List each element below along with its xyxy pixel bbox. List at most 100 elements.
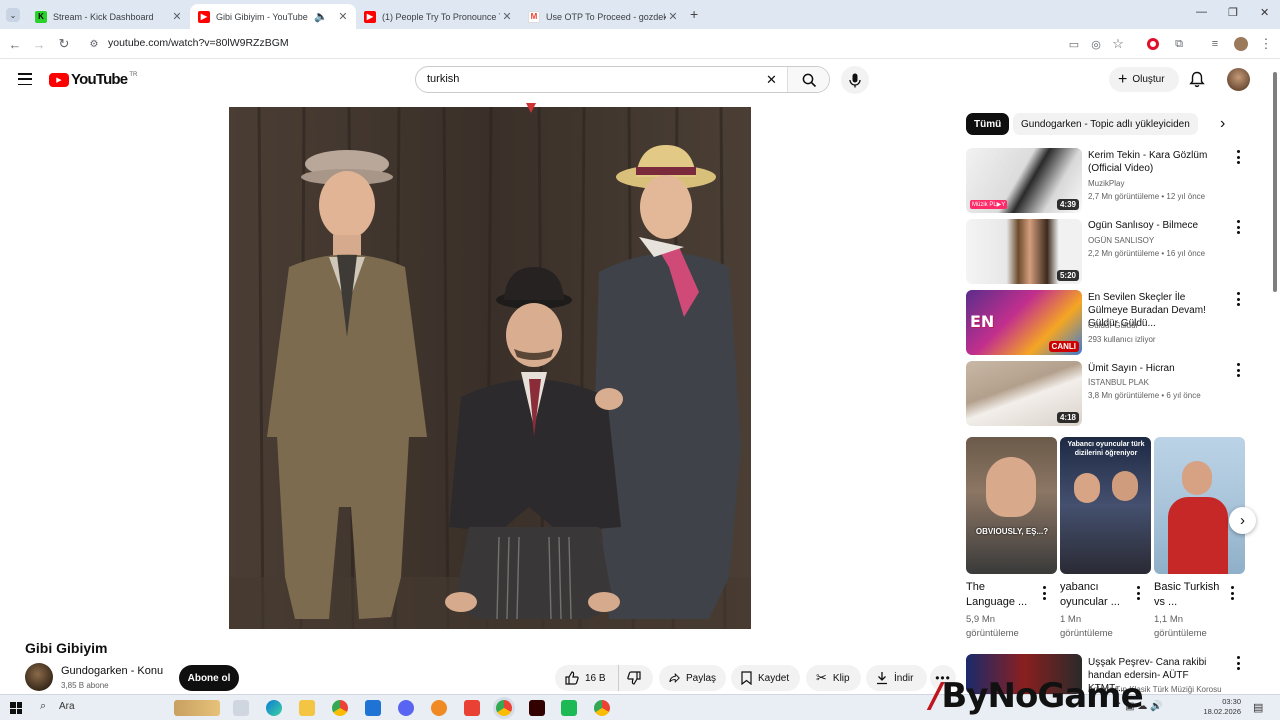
share-button[interactable]: Paylaş: [659, 665, 726, 691]
edge-icon[interactable]: [266, 700, 282, 716]
short-thumbnail-language[interactable]: OBVIOUSLY, EŞ...?: [966, 437, 1057, 574]
channel-name[interactable]: Gundogarken - Konu: [61, 665, 163, 677]
app-green-icon[interactable]: [561, 700, 577, 716]
thumbnail-guldur-guldur[interactable]: EN CANLI: [966, 290, 1082, 355]
like-button[interactable]: 16 B: [555, 665, 618, 691]
short-title[interactable]: The Language ...: [966, 580, 1036, 610]
channel-avatar[interactable]: [25, 663, 53, 691]
rec-channel[interactable]: İSTANBUL PLAK: [1088, 378, 1149, 387]
save-label: Kaydet: [758, 672, 790, 684]
taskbar-search-label[interactable]: Ara: [59, 701, 75, 712]
clock-time: 03:30: [1222, 697, 1241, 706]
browser-menu-icon[interactable]: ⋮: [1258, 36, 1274, 52]
rec-title[interactable]: Kerim Tekin - Kara Gözlüm (Official Vide…: [1088, 149, 1228, 175]
rec-more-icon[interactable]: [1234, 150, 1242, 164]
youtube-logo[interactable]: ▶ YouTube TR: [49, 71, 137, 88]
notification-center-icon[interactable]: ▤: [1253, 701, 1263, 714]
eye-off-icon[interactable]: ◎: [1088, 36, 1104, 52]
rec-channel[interactable]: OGÜN SANLISOY: [1088, 236, 1154, 245]
short-title[interactable]: Basic Turkish vs ...: [1154, 580, 1224, 610]
short-more-icon[interactable]: [1134, 586, 1142, 600]
clip-button[interactable]: ✂ Klip: [806, 665, 861, 691]
task-view-icon[interactable]: [233, 700, 249, 716]
window-close-icon[interactable]: ✕: [1260, 6, 1269, 19]
taskbar-search-highlight-image: [174, 700, 220, 716]
thumbnail-kara-gozlum[interactable]: Müzik PL▶Y 4:39: [966, 148, 1082, 213]
taskbar-clock[interactable]: 03:30 18.02.2026: [1203, 697, 1241, 717]
chrome-profile-icon[interactable]: [594, 700, 610, 716]
rec-more-icon[interactable]: [1234, 292, 1242, 306]
search-input[interactable]: turkish: [427, 73, 459, 85]
shorts-next-icon[interactable]: ›: [1229, 507, 1256, 534]
extensions-icon[interactable]: ⧉: [1171, 36, 1187, 52]
tab-search-icon[interactable]: ⌄: [6, 8, 20, 22]
tab-kick[interactable]: K Stream - Kick Dashboard ✕: [27, 4, 190, 29]
restore-icon[interactable]: ❐: [1228, 6, 1238, 19]
mail-icon[interactable]: [365, 700, 381, 716]
rec-more-icon[interactable]: [1234, 656, 1242, 670]
bookmark-star-icon[interactable]: ☆: [1110, 36, 1126, 52]
speaker-icon[interactable]: 🔈: [312, 10, 330, 23]
cast-icon[interactable]: ▭: [1066, 36, 1082, 52]
chip-all[interactable]: Tümü: [966, 113, 1010, 135]
blender-icon[interactable]: [431, 700, 447, 716]
short-more-icon[interactable]: [1040, 586, 1048, 600]
minimize-icon[interactable]: —: [1196, 6, 1207, 18]
short-thumbnail-basic-turkish[interactable]: [1154, 437, 1245, 574]
logo-text: YouTube: [71, 71, 128, 88]
profile-avatar[interactable]: [1233, 36, 1249, 52]
reload-icon[interactable]: ↻: [56, 36, 72, 52]
taskbar-search-icon[interactable]: ⌕: [40, 700, 46, 713]
thumbnail-hicran[interactable]: 4:18: [966, 361, 1082, 426]
close-tab-icon[interactable]: ✕: [336, 10, 350, 23]
tab-youtube-2[interactable]: ▶ (1) People Try To Pronounce Th ✕: [356, 4, 520, 29]
close-tab-icon[interactable]: ✕: [666, 10, 680, 23]
notifications-button[interactable]: [1189, 71, 1205, 88]
chip-from-uploader[interactable]: Gundogarken - Topic adlı yükleyiciden: [1013, 113, 1198, 135]
page-scrollbar-thumb[interactable]: [1273, 72, 1277, 292]
save-button[interactable]: Kaydet: [731, 665, 800, 691]
discord-icon[interactable]: [398, 700, 414, 716]
chrome-active-icon[interactable]: [496, 700, 512, 716]
dislike-button[interactable]: [618, 665, 653, 691]
subscribe-button[interactable]: Abone ol: [179, 665, 239, 691]
rec-channel[interactable]: Güldür Güldür: [1088, 321, 1138, 330]
new-tab-icon[interactable]: +: [690, 6, 698, 22]
video-player[interactable]: [229, 107, 751, 629]
rec-more-icon[interactable]: [1234, 363, 1242, 377]
search-button[interactable]: [787, 67, 829, 92]
download-button[interactable]: İndir: [866, 665, 927, 691]
rec-more-icon[interactable]: [1234, 220, 1242, 234]
tab-youtube-active[interactable]: ▶ Gibi Gibiyim - YouTube 🔈 ✕: [190, 4, 356, 29]
voice-search-button[interactable]: [841, 66, 869, 94]
chrome-icon[interactable]: [332, 700, 348, 716]
opera-extension-icon[interactable]: [1145, 36, 1161, 52]
chips-next-icon[interactable]: ›: [1220, 115, 1225, 133]
rec-title[interactable]: Ümit Sayın - Hicran: [1088, 362, 1228, 375]
file-explorer-icon[interactable]: [299, 700, 315, 716]
account-avatar[interactable]: [1227, 68, 1250, 91]
tab-gmail[interactable]: M Use OTP To Proceed - gozdek... ✕: [520, 4, 686, 29]
thumbnail-bilmece[interactable]: 5:20: [966, 219, 1082, 284]
rec-title[interactable]: Ogün Sanlısoy - Bilmece: [1088, 219, 1228, 232]
forward-icon[interactable]: →: [31, 36, 47, 52]
close-tab-icon[interactable]: ✕: [500, 10, 514, 23]
short-more-icon[interactable]: [1228, 586, 1236, 600]
clear-search-icon[interactable]: ✕: [766, 72, 777, 88]
search-box[interactable]: turkish ✕: [415, 66, 830, 93]
back-icon[interactable]: ←: [7, 36, 23, 52]
short-title[interactable]: yabancı oyuncular ...: [1060, 580, 1130, 610]
site-info-icon[interactable]: ⚙: [86, 36, 102, 52]
create-button[interactable]: + Oluştur: [1109, 67, 1179, 92]
menu-list-icon[interactable]: ≡: [1207, 36, 1223, 52]
windows-start-icon[interactable]: [10, 702, 22, 714]
create-label: Oluştur: [1132, 74, 1165, 85]
rec-channel[interactable]: MuzikPlay: [1088, 179, 1124, 188]
office-icon[interactable]: [464, 700, 480, 716]
short-thumbnail-yabanci[interactable]: Yabancı oyuncular türk dizilerini öğreni…: [1060, 437, 1151, 574]
address-bar[interactable]: youtube.com/watch?v=80lW9RZzBGM: [108, 37, 289, 49]
close-tab-icon[interactable]: ✕: [170, 10, 184, 23]
short-views-label: görüntüleme: [1060, 628, 1113, 639]
illustrator-icon[interactable]: [529, 700, 545, 716]
hamburger-menu-icon[interactable]: [18, 73, 32, 85]
